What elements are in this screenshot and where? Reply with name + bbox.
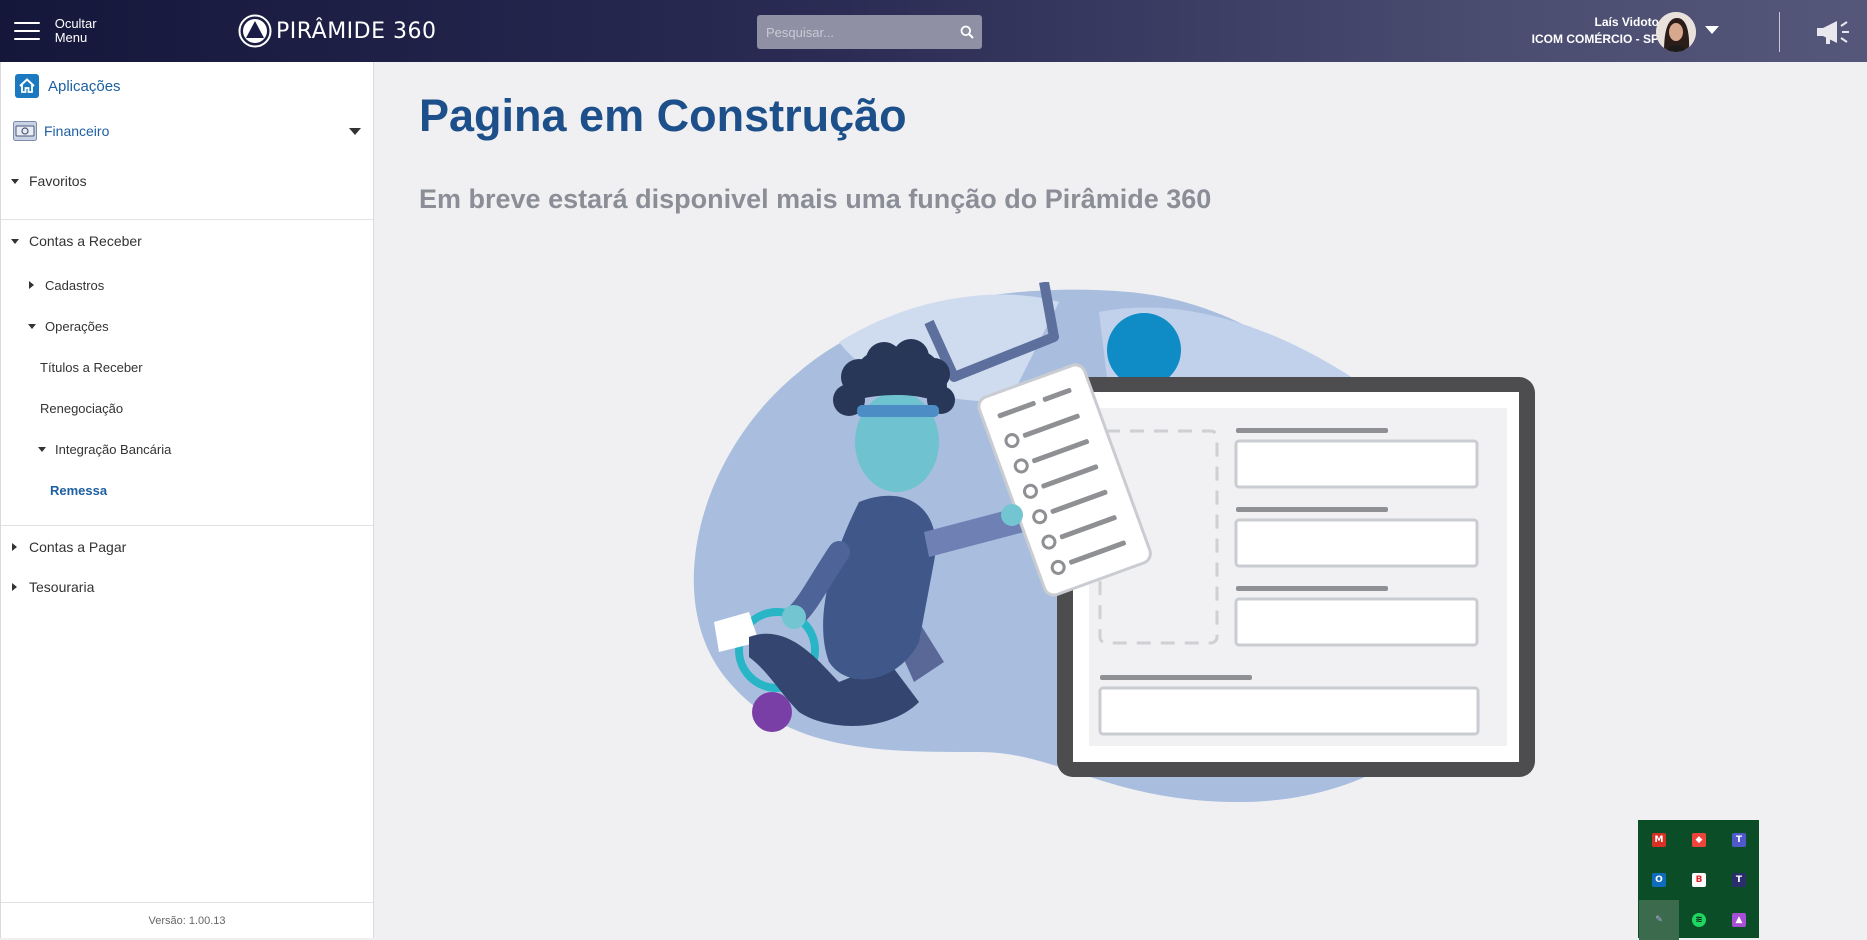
system-tray: M ◆ T O B T ✎ ≋ ▲ (1638, 820, 1759, 940)
sidebar-item-label: Cadastros (45, 277, 105, 293)
outlook-icon[interactable]: O (1639, 860, 1679, 900)
page-subtitle: Em breve estará disponivel mais uma funç… (419, 184, 1212, 214)
avatar[interactable] (1656, 12, 1696, 52)
sidebar-item-label: Títulos a Receber (40, 359, 143, 375)
sidebar-item-label: Contas a Pagar (29, 539, 127, 555)
search-box[interactable] (757, 15, 982, 49)
sidebar-item-label: Renegociação (40, 400, 124, 416)
piramide-logo-icon (238, 14, 272, 48)
sidebar-item-renegociacao[interactable]: Renegociação (1, 396, 373, 420)
sidebar-item-cadastros[interactable]: Cadastros (1, 273, 373, 297)
sidebar-item-label: Integração Bancária (55, 441, 172, 457)
hamburger-icon (14, 22, 40, 40)
sidebar-item-label: Operações (45, 318, 109, 334)
search-icon[interactable] (952, 15, 982, 49)
home-icon (15, 74, 39, 98)
top-bar: Ocultar Menu PIRÂMIDE 360 Laís Vidoto IC… (0, 0, 1867, 62)
anydesk-icon[interactable]: ◆ (1679, 820, 1719, 860)
gmail-icon[interactable]: M (1639, 820, 1679, 860)
sidebar-item-label: Favoritos (29, 173, 87, 189)
sidebar-item-titulos-receber[interactable]: Títulos a Receber (1, 355, 373, 379)
header-divider (1779, 12, 1780, 52)
under-construction-illustration (693, 282, 1535, 802)
brand-name: PIRÂMIDE 360 (276, 18, 437, 44)
user-company: ICOM COMÉRCIO - SP (1531, 32, 1659, 46)
teams-2-icon[interactable]: T (1719, 860, 1759, 900)
page-title: Pagina em Construção (419, 90, 907, 141)
sidebar-item-tesouraria[interactable]: Tesouraria (1, 574, 373, 600)
user-name: Laís Vidoto (1594, 15, 1659, 29)
sidebar-item-integracao-bancaria[interactable]: Integração Bancária (1, 437, 373, 461)
caret-down-icon (11, 178, 19, 184)
main-content: Pagina em Construção Em breve estará dis… (374, 62, 1867, 938)
sidebar-item-applications[interactable]: Aplicações (1, 70, 373, 102)
teams-icon[interactable]: T (1719, 820, 1759, 860)
sidebar-item-contas-pagar[interactable]: Contas a Pagar (1, 534, 373, 560)
sidebar-item-label: Remessa (50, 482, 108, 498)
pen-icon[interactable]: ✎ (1639, 900, 1679, 940)
user-info[interactable]: Laís Vidoto ICOM COMÉRCIO - SP (1532, 14, 1659, 48)
sidebar-item-label: Financeiro (44, 123, 110, 139)
caret-down-icon (28, 323, 36, 329)
sidebar-divider (1, 219, 373, 220)
user-menu-caret-icon[interactable] (1705, 26, 1719, 34)
version-label: Versão: 1.00.13 (1, 902, 373, 938)
caret-right-icon (12, 583, 17, 591)
caret-down-icon (11, 238, 19, 244)
money-icon (13, 121, 37, 141)
sidebar-item-operacoes[interactable]: Operações (1, 314, 373, 338)
caret-right-icon (12, 543, 17, 551)
spotify-icon[interactable]: ≋ (1679, 900, 1719, 940)
sidebar-item-label: Aplicações (48, 77, 121, 95)
hide-menu-label: Ocultar Menu (54, 16, 97, 45)
sidebar-item-label: Tesouraria (29, 579, 95, 595)
sidebar-item-remessa[interactable]: Remessa (1, 478, 373, 502)
sidebar-module-financeiro[interactable]: Financeiro (1, 116, 373, 146)
sidebar-divider (1, 525, 373, 526)
bitdefender-icon[interactable]: B (1679, 860, 1719, 900)
sidebar-item-contas-receber[interactable]: Contas a Receber (1, 228, 373, 254)
caret-down-icon (38, 446, 46, 452)
chevron-down-icon[interactable] (349, 127, 361, 135)
megaphone-icon[interactable] (1815, 17, 1851, 47)
sidebar-item-label: Contas a Receber (29, 233, 142, 249)
photos-icon[interactable]: ▲ (1719, 900, 1759, 940)
search-input[interactable] (757, 15, 952, 49)
sidebar: Aplicações Financeiro Favoritos Contas a… (0, 62, 374, 938)
brand[interactable]: PIRÂMIDE 360 (238, 14, 437, 48)
hide-menu-button[interactable]: Ocultar Menu (14, 16, 114, 46)
caret-right-icon (29, 281, 34, 289)
sidebar-item-favoritos[interactable]: Favoritos (1, 168, 373, 194)
